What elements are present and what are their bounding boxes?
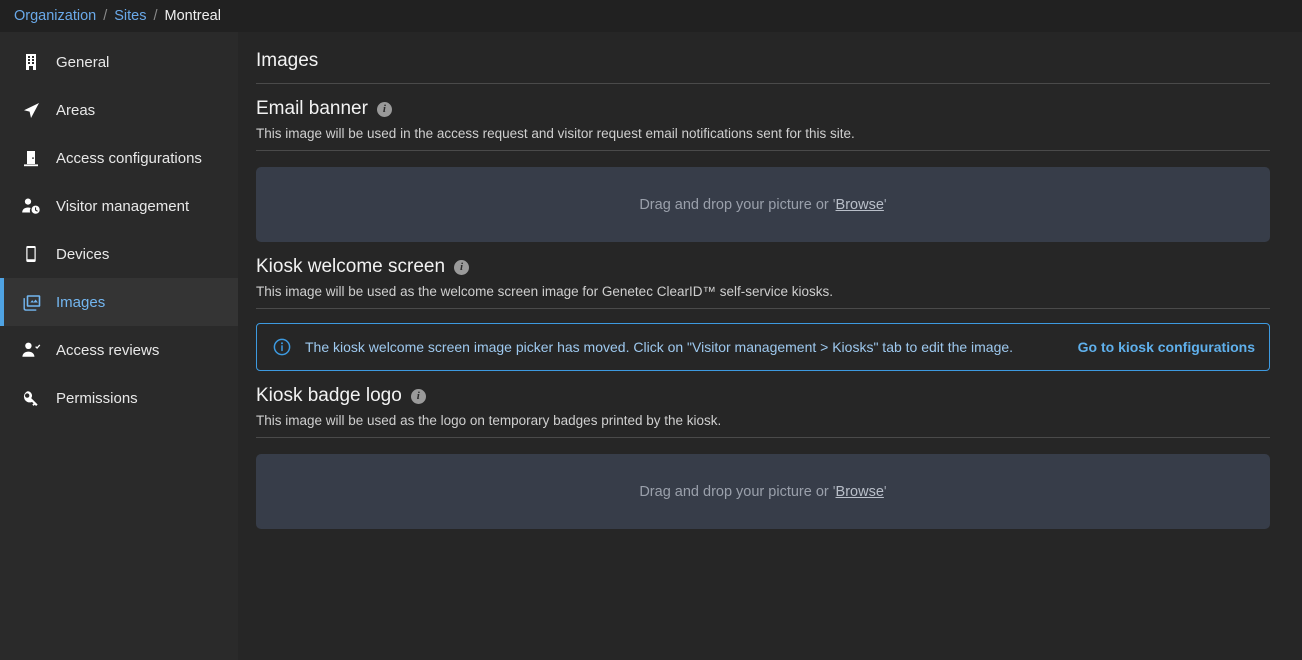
person-check-icon bbox=[18, 337, 44, 363]
sidebar-item-access-configurations[interactable]: Access configurations bbox=[0, 134, 238, 182]
browse-link[interactable]: Browse bbox=[836, 484, 884, 500]
info-circle-icon[interactable]: i bbox=[377, 102, 392, 117]
sidebar-item-devices[interactable]: Devices bbox=[0, 230, 238, 278]
mobile-phone-icon bbox=[18, 241, 44, 267]
go-to-kiosk-configurations-link[interactable]: Go to kiosk configurations bbox=[1078, 339, 1255, 355]
navigation-arrow-icon bbox=[18, 97, 44, 123]
dropzone-text-end: ' bbox=[884, 484, 887, 500]
sidebar-item-label: Devices bbox=[56, 246, 109, 263]
person-clock-icon bbox=[18, 193, 44, 219]
sidebar-item-visitor-management[interactable]: Visitor management bbox=[0, 182, 238, 230]
sidebar-item-label: Visitor management bbox=[56, 198, 189, 215]
section-description: This image will be used as the welcome s… bbox=[256, 278, 1270, 309]
dropzone-text: Drag and drop your picture or ' bbox=[639, 484, 835, 500]
section-title: Kiosk badge logo bbox=[256, 385, 402, 407]
dropzone-text: Drag and drop your picture or ' bbox=[639, 197, 835, 213]
section-header: Kiosk welcome screen i bbox=[256, 242, 1270, 278]
door-icon bbox=[18, 145, 44, 171]
sidebar-item-access-reviews[interactable]: Access reviews bbox=[0, 326, 238, 374]
browse-link[interactable]: Browse bbox=[836, 197, 884, 213]
sidebar-item-label: Access configurations bbox=[56, 150, 202, 167]
sidebar-item-areas[interactable]: Areas bbox=[0, 86, 238, 134]
kiosk-moved-banner: The kiosk welcome screen image picker ha… bbox=[256, 323, 1270, 371]
sidebar-item-label: Areas bbox=[56, 102, 95, 119]
page-title: Images bbox=[256, 32, 1270, 84]
app-body: General Areas Access configurations bbox=[0, 32, 1302, 660]
section-header: Kiosk badge logo i bbox=[256, 371, 1270, 407]
sidebar-item-permissions[interactable]: Permissions bbox=[0, 374, 238, 422]
sidebar-item-general[interactable]: General bbox=[0, 38, 238, 86]
images-icon bbox=[18, 289, 44, 315]
section-email-banner: Email banner i This image will be used i… bbox=[256, 84, 1270, 242]
sidebar-item-label: Access reviews bbox=[56, 342, 159, 359]
section-kiosk-welcome-screen: Kiosk welcome screen i This image will b… bbox=[256, 242, 1270, 371]
key-icon bbox=[18, 385, 44, 411]
sidebar-item-images[interactable]: Images bbox=[0, 278, 238, 326]
building-icon bbox=[18, 49, 44, 75]
app-window: Organization / Sites / Montreal General bbox=[0, 0, 1302, 660]
email-banner-dropzone[interactable]: Drag and drop your picture or 'Browse' bbox=[256, 167, 1270, 242]
section-title: Email banner bbox=[256, 98, 368, 120]
section-description: This image will be used as the logo on t… bbox=[256, 407, 1270, 438]
section-description: This image will be used in the access re… bbox=[256, 120, 1270, 151]
sidebar-item-label: General bbox=[56, 54, 109, 71]
section-title: Kiosk welcome screen bbox=[256, 256, 445, 278]
breadcrumb-item-organization[interactable]: Organization bbox=[14, 8, 96, 24]
dropzone-text-end: ' bbox=[884, 197, 887, 213]
breadcrumb-item-montreal: Montreal bbox=[165, 8, 221, 24]
info-circle-icon[interactable]: i bbox=[411, 389, 426, 404]
main-content: Images Email banner i This image will be… bbox=[238, 32, 1302, 660]
section-header: Email banner i bbox=[256, 84, 1270, 120]
info-circle-outline-icon bbox=[273, 338, 291, 356]
sidebar: General Areas Access configurations bbox=[0, 32, 238, 660]
section-kiosk-badge-logo: Kiosk badge logo i This image will be us… bbox=[256, 371, 1270, 529]
breadcrumb-separator: / bbox=[103, 8, 107, 24]
banner-message: The kiosk welcome screen image picker ha… bbox=[305, 339, 1058, 355]
kiosk-badge-logo-dropzone[interactable]: Drag and drop your picture or 'Browse' bbox=[256, 454, 1270, 529]
breadcrumb-item-sites[interactable]: Sites bbox=[114, 8, 146, 24]
info-circle-icon[interactable]: i bbox=[454, 260, 469, 275]
sidebar-item-label: Permissions bbox=[56, 390, 138, 407]
breadcrumb-separator: / bbox=[154, 8, 158, 24]
breadcrumb: Organization / Sites / Montreal bbox=[0, 0, 1302, 32]
sidebar-item-label: Images bbox=[56, 294, 105, 311]
